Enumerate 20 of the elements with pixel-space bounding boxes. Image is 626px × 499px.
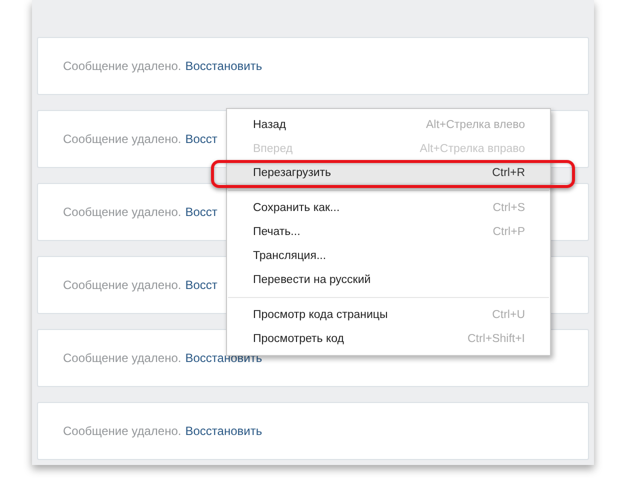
restore-link[interactable]: Восстановить — [185, 424, 262, 438]
menu-item[interactable]: Сохранить как... Ctrl+S — [227, 196, 550, 220]
restore-link[interactable]: Восст — [185, 278, 218, 292]
restore-link[interactable]: Восст — [185, 132, 218, 146]
restore-link[interactable]: Восстановить — [185, 351, 262, 365]
menu-item[interactable]: Печать... Ctrl+P — [227, 220, 550, 244]
deleted-message-text: Сообщение удалено. — [63, 59, 182, 73]
menu-item[interactable]: Просмотреть код Ctrl+Shift+I — [227, 327, 550, 351]
deleted-message-text: Сообщение удалено. — [63, 205, 182, 219]
restore-link[interactable]: Восстановить — [185, 59, 262, 73]
deleted-message-text: Сообщение удалено. — [63, 132, 182, 146]
menu-item[interactable]: Перезагрузить Ctrl+R — [227, 161, 550, 185]
menu-item[interactable]: Назад Alt+Стрелка влево — [227, 113, 550, 137]
deleted-message-text: Сообщение удалено. — [63, 278, 182, 292]
menu-item[interactable]: Просмотр кода страницы Ctrl+U — [227, 303, 550, 327]
menu-item[interactable]: Перевести на русский — [227, 268, 550, 292]
restore-link[interactable]: Восст — [185, 205, 218, 219]
menu-item[interactable]: Трансляция... — [227, 244, 550, 268]
deleted-message-text: Сообщение удалено. — [63, 351, 182, 365]
deleted-message-text: Сообщение удалено. — [63, 424, 182, 438]
